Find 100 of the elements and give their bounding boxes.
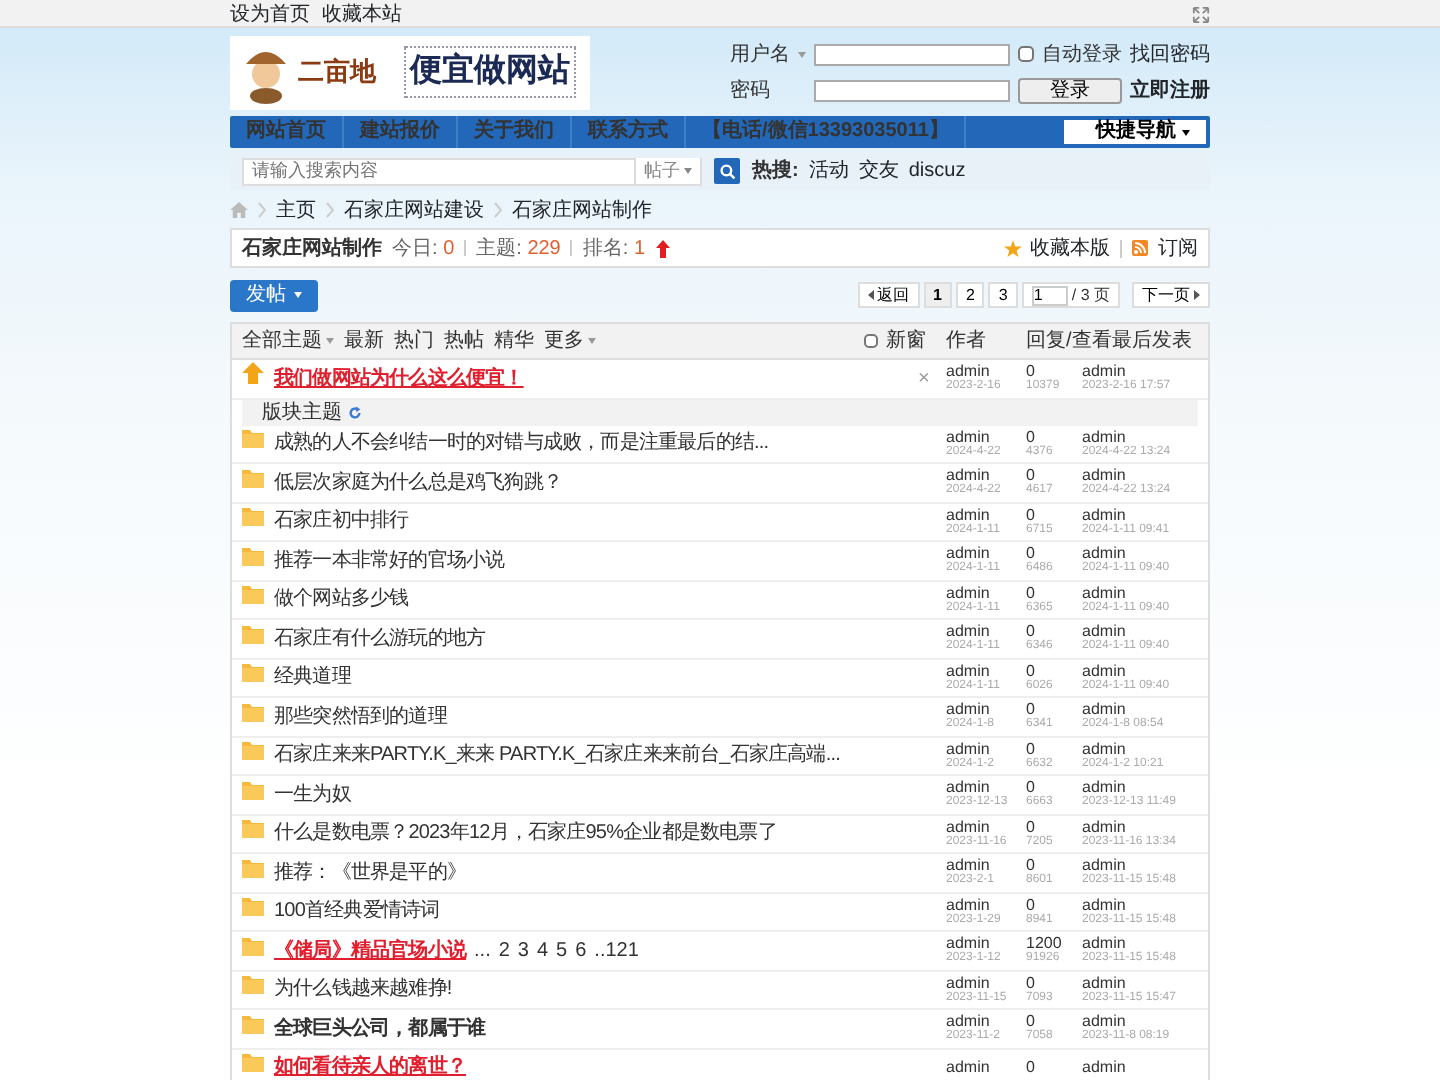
thread-title-link[interactable]: 石家庄初中排行 (274, 506, 409, 537)
page-input[interactable]: 1 (1031, 285, 1068, 305)
author-name[interactable]: admin (946, 817, 1026, 836)
last-poster[interactable]: admin (1082, 895, 1198, 914)
last-poster[interactable]: admin (1082, 427, 1198, 446)
home-icon[interactable] (230, 202, 248, 218)
filter-tab[interactable]: 最新 (344, 326, 384, 356)
remember-checkbox[interactable] (1018, 46, 1034, 62)
hot-search-link[interactable]: 交友 (858, 156, 899, 186)
refresh-icon[interactable] (348, 405, 362, 419)
expand-icon[interactable] (1192, 5, 1210, 23)
author-name[interactable]: admin (946, 544, 1026, 563)
author-name[interactable]: admin (946, 778, 1026, 797)
author-name[interactable]: admin (946, 934, 1026, 953)
login-button[interactable]: 登录 (1018, 77, 1122, 103)
page-link[interactable]: 3 (517, 935, 529, 966)
subscribe-link[interactable]: 订阅 (1158, 233, 1198, 263)
register-link[interactable]: 立即注册 (1130, 75, 1210, 105)
top-link[interactable]: 收藏本站 (322, 0, 402, 29)
last-poster[interactable]: admin (1082, 739, 1198, 758)
last-poster[interactable]: admin (1082, 661, 1198, 680)
author-name[interactable]: admin (946, 505, 1026, 524)
thread-title-link[interactable]: 如何看待亲人的离世？ (274, 1052, 467, 1080)
last-poster[interactable]: admin (1082, 622, 1198, 641)
last-poster[interactable]: admin (1082, 583, 1198, 602)
last-poster[interactable]: admin (1082, 934, 1198, 953)
thread-title-link[interactable]: 全球巨头公司，都属于谁 (274, 1013, 486, 1044)
author-name[interactable]: admin (946, 895, 1026, 914)
breadcrumb-link[interactable]: 主页 (276, 195, 316, 225)
rss-icon[interactable] (1132, 240, 1148, 256)
password-field[interactable] (814, 79, 1010, 101)
author-name[interactable]: admin (946, 856, 1026, 875)
thread-title-link[interactable]: 低层次家庭为什么总是鸡飞狗跳？ (274, 467, 563, 498)
last-poster[interactable]: admin (1082, 466, 1198, 485)
thread-title-link[interactable]: 经典道理 (274, 662, 351, 693)
last-poster[interactable]: admin (1082, 362, 1198, 381)
author-name[interactable]: admin (946, 1012, 1026, 1031)
filter-tab[interactable]: 全部主题 (242, 326, 334, 356)
quick-nav-button[interactable]: 快捷导航 (1064, 120, 1206, 144)
search-field[interactable]: 请输入搜索内容 帖子 (242, 157, 702, 185)
hot-search-link[interactable]: discuz (908, 156, 966, 186)
last-poster[interactable]: admin (1082, 973, 1198, 992)
author-name[interactable]: admin (946, 362, 1026, 381)
author-name[interactable]: admin (946, 583, 1026, 602)
page-button[interactable]: 2 (955, 282, 985, 308)
last-poster[interactable]: admin (1082, 505, 1198, 524)
page-link[interactable]: 2 (498, 935, 510, 966)
thread-title-link[interactable]: 做个网站多少钱 (274, 584, 409, 615)
last-poster[interactable]: admin (1082, 700, 1198, 719)
page-button[interactable]: 1 (923, 282, 952, 308)
thread-title-link[interactable]: 什么是数电票？2023年12月，石家庄95%企业都是数电票了 (274, 818, 777, 849)
post-button[interactable]: 发帖 (230, 279, 318, 311)
thread-title-link[interactable]: 推荐一本非常好的官场小说 (274, 545, 505, 576)
search-button[interactable] (714, 158, 740, 184)
breadcrumb-link[interactable]: 石家庄网站制作 (512, 195, 652, 225)
page-link[interactable]: 6 (575, 935, 587, 966)
hot-search-link[interactable]: 活动 (808, 156, 849, 186)
thread-title-link[interactable]: 推荐：《世界是平的》 (274, 857, 467, 888)
top-link[interactable]: 设为首页 (230, 0, 310, 29)
thread-title-link[interactable]: 成熟的人不会纠结一时的对错与成败，而是注重最后的结... (274, 428, 769, 459)
favorite-link[interactable]: 收藏本版 (1030, 233, 1110, 263)
page-button[interactable]: 3 (988, 282, 1018, 308)
author-name[interactable]: admin (946, 661, 1026, 680)
page-link[interactable]: 4 (536, 935, 549, 966)
page-link[interactable]: 5 (556, 935, 568, 966)
filter-tab[interactable]: 热帖 (444, 326, 484, 356)
filter-tab[interactable]: 精华 (494, 326, 534, 356)
thread-title-link[interactable]: 《储局》精品官场小说 (274, 935, 467, 966)
thread-title-link[interactable]: 石家庄来来PARTY.K_来来 PARTY.K_石家庄来来前台_石家庄高端... (274, 740, 840, 771)
author-name[interactable]: admin (946, 739, 1026, 758)
last-poster[interactable]: admin (1082, 817, 1198, 836)
last-poster[interactable]: admin (1082, 1012, 1198, 1031)
author-name[interactable]: admin (946, 700, 1026, 719)
author-name[interactable]: admin (946, 1058, 1026, 1077)
author-name[interactable]: admin (946, 466, 1026, 485)
thread-title-link[interactable]: 100首经典爱情诗词 (274, 896, 440, 927)
forgot-password-link[interactable]: 找回密码 (1130, 39, 1210, 69)
breadcrumb-link[interactable]: 石家庄网站建设 (344, 195, 484, 225)
author-name[interactable]: admin (946, 622, 1026, 641)
author-name[interactable]: admin (946, 427, 1026, 446)
last-poster[interactable]: admin (1082, 778, 1198, 797)
next-page-button[interactable]: 下一页 (1132, 282, 1210, 308)
new-window-checkbox[interactable] (864, 334, 878, 348)
thread-title-link[interactable]: 为什么钱越来越难挣! (274, 974, 452, 1005)
filter-tab[interactable]: 更多 (544, 326, 596, 356)
thread-title-link[interactable]: 我们做网站为什么这么便宜！ (274, 363, 524, 394)
last-poster[interactable]: admin (1082, 856, 1198, 875)
search-scope-dropdown[interactable]: 帖子 (634, 157, 700, 185)
star-icon[interactable] (1004, 239, 1022, 257)
username-field[interactable] (814, 43, 1010, 65)
last-poster[interactable]: admin (1082, 1058, 1198, 1077)
thread-title-link[interactable]: 一生为奴 (274, 779, 351, 810)
back-button[interactable]: 返回 (857, 282, 920, 308)
page-link[interactable]: ... (474, 935, 491, 966)
last-poster[interactable]: admin (1082, 544, 1198, 563)
thread-title-link[interactable]: 石家庄有什么游玩的地方 (274, 623, 486, 654)
author-name[interactable]: admin (946, 973, 1026, 992)
filter-tab[interactable]: 热门 (394, 326, 434, 356)
thread-title-link[interactable]: 那些突然悟到的道理 (274, 701, 447, 732)
page-link[interactable]: ..121 (594, 935, 639, 966)
